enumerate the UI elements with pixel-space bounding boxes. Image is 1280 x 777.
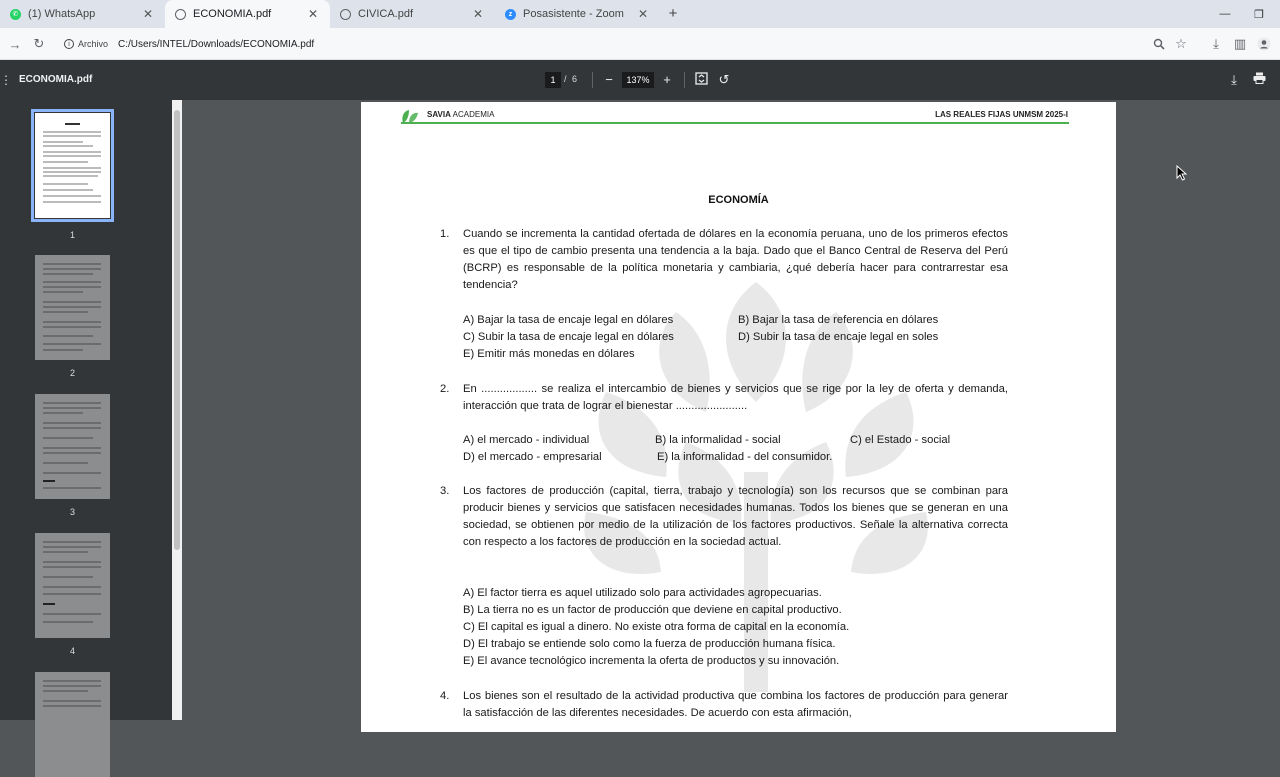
- whatsapp-icon: ✆: [10, 8, 21, 20]
- page-thumbnail-2[interactable]: [35, 255, 110, 360]
- question-number: 4.: [440, 690, 450, 702]
- pdf-page: SAVIA ACADEMIA LAS REALES FIJAS UNMSM 20…: [361, 102, 1116, 732]
- bookmark-star-icon[interactable]: ☆: [1172, 35, 1190, 53]
- print-icon[interactable]: [1251, 72, 1267, 88]
- globe-icon: [175, 8, 186, 20]
- site-info-label: Archivo: [78, 39, 109, 49]
- thumbnail-label: 4: [69, 646, 75, 656]
- globe-icon: [340, 8, 351, 20]
- thumbnail-label: 3: [69, 507, 75, 517]
- answer-option: C) el Estado - social: [850, 434, 951, 446]
- close-icon[interactable]: ✕: [306, 7, 320, 21]
- question-number: 2.: [440, 383, 450, 395]
- zoom-page-icon[interactable]: [1150, 35, 1168, 53]
- pdf-filename: ECONOMIA.pdf: [19, 74, 93, 85]
- reload-icon[interactable]: ↻: [30, 35, 48, 53]
- url-text[interactable]: C:/Users/INTEL/Downloads/ECONOMIA.pdf: [118, 39, 314, 50]
- menu-icon[interactable]: ⋮: [0, 73, 12, 87]
- pdf-toolbar: ⋮ ECONOMIA.pdf 1 / 6 − 137% + ↺ ⤓: [0, 60, 1280, 100]
- restore-button[interactable]: ❐: [1242, 0, 1276, 28]
- tab-title: CIVICA.pdf: [358, 8, 414, 20]
- answer-option: A) El factor tierra es aquel utilizado s…: [463, 587, 822, 599]
- scrollbar-thumb[interactable]: [174, 110, 180, 550]
- header-rule: [401, 122, 1069, 124]
- brand-rest: ACADEMIA: [450, 110, 495, 119]
- divider: [684, 72, 685, 88]
- page-separator: /: [564, 74, 567, 84]
- side-panel-icon[interactable]: ▥: [1231, 35, 1249, 53]
- rotate-icon[interactable]: ↺: [716, 72, 732, 88]
- document-title: ECONOMÍA: [708, 194, 769, 206]
- thumbnail-sidebar: 1 2 3 4: [0, 100, 182, 777]
- new-tab-button[interactable]: +: [664, 4, 682, 24]
- zoom-icon: z: [505, 8, 516, 20]
- answer-option: D) Subir la tasa de encaje legal en sole…: [738, 331, 939, 343]
- minimize-button[interactable]: —: [1208, 0, 1242, 28]
- download-icon[interactable]: ⤓: [1226, 72, 1242, 88]
- answer-option: B) La tierra no es un factor de producci…: [463, 604, 842, 616]
- tab-strip: ✆ (1) WhatsApp ✕ ECONOMIA.pdf ✕ CIVICA.p…: [0, 0, 1280, 28]
- question-number: 3.: [440, 485, 450, 497]
- profile-avatar[interactable]: [1255, 35, 1273, 53]
- header-brand: SAVIA ACADEMIA: [427, 110, 494, 119]
- tab-whatsapp[interactable]: ✆ (1) WhatsApp ✕: [0, 0, 165, 28]
- mouse-cursor-icon: [1176, 165, 1188, 181]
- fit-page-icon[interactable]: [693, 72, 709, 88]
- zoom-in-button[interactable]: +: [659, 72, 675, 88]
- thumbnail-label: 2: [69, 368, 75, 378]
- close-icon[interactable]: ✕: [141, 7, 155, 21]
- page-thumbnail-3[interactable]: [35, 394, 110, 499]
- tab-economia[interactable]: ECONOMIA.pdf ✕: [165, 0, 330, 28]
- downloads-icon[interactable]: ⤓: [1207, 35, 1225, 53]
- tab-title: Posasistente - Zoom: [523, 8, 624, 20]
- forward-icon[interactable]: →: [6, 35, 24, 53]
- brand-bold: SAVIA: [427, 110, 451, 119]
- answer-option: B) Bajar la tasa de referencia en dólare…: [738, 314, 939, 326]
- page-number-input[interactable]: 1: [545, 72, 561, 88]
- header-right: LAS REALES FIJAS UNMSM 2025-I: [935, 110, 1068, 119]
- answer-option: D) el mercado - empresarial: [463, 451, 602, 463]
- answer-option: E) la informalidad - del consumidor.: [657, 451, 833, 463]
- page-total: 6: [572, 74, 578, 84]
- answer-option: C) Subir la tasa de encaje legal en dóla…: [463, 331, 674, 343]
- zoom-out-button[interactable]: −: [601, 72, 617, 88]
- thumbnail-label: 1: [69, 230, 75, 240]
- tab-title: ECONOMIA.pdf: [193, 8, 272, 20]
- zoom-level-input[interactable]: 137%: [622, 72, 654, 88]
- browser-toolbar: → ↻ i Archivo C:/Users/INTEL/Downloads/E…: [0, 28, 1280, 60]
- question-text: Los factores de producción (capital, tie…: [463, 485, 1008, 548]
- address-bar[interactable]: i Archivo C:/Users/INTEL/Downloads/ECONO…: [56, 32, 1196, 56]
- page-thumbnail-1[interactable]: [31, 109, 114, 222]
- question-text: Los bienes son el resultado de la activi…: [463, 690, 1008, 719]
- answer-option: D) El trabajo se entiende solo como la f…: [463, 638, 836, 650]
- answer-option: C) El capital es igual a dinero. No exis…: [463, 621, 850, 633]
- divider: [592, 72, 593, 88]
- close-icon[interactable]: ✕: [471, 7, 485, 21]
- tab-civica[interactable]: CIVICA.pdf ✕: [330, 0, 495, 28]
- page-thumbnail-4[interactable]: [35, 533, 110, 638]
- site-info-chip[interactable]: i Archivo: [64, 39, 108, 49]
- sidebar-scrollbar[interactable]: [172, 100, 182, 720]
- question-text: En .................. se realiza el inte…: [463, 383, 1008, 412]
- tab-zoom[interactable]: z Posasistente - Zoom ✕: [495, 0, 660, 28]
- answer-option: A) Bajar la tasa de encaje legal en dóla…: [463, 314, 674, 326]
- answer-option: B) la informalidad - social: [655, 434, 781, 446]
- question-text: Cuando se incrementa la cantidad ofertad…: [463, 228, 1008, 291]
- tab-title: (1) WhatsApp: [28, 8, 96, 20]
- answer-option: E) Emitir más monedas en dólares: [463, 348, 635, 360]
- close-icon[interactable]: ✕: [636, 7, 650, 21]
- page-thumbnail-5[interactable]: [35, 672, 110, 777]
- answer-option: A) el mercado - individual: [463, 434, 590, 446]
- info-icon: i: [64, 39, 74, 49]
- answer-option: E) El avance tecnológico incrementa la o…: [463, 655, 840, 667]
- question-number: 1.: [440, 228, 450, 240]
